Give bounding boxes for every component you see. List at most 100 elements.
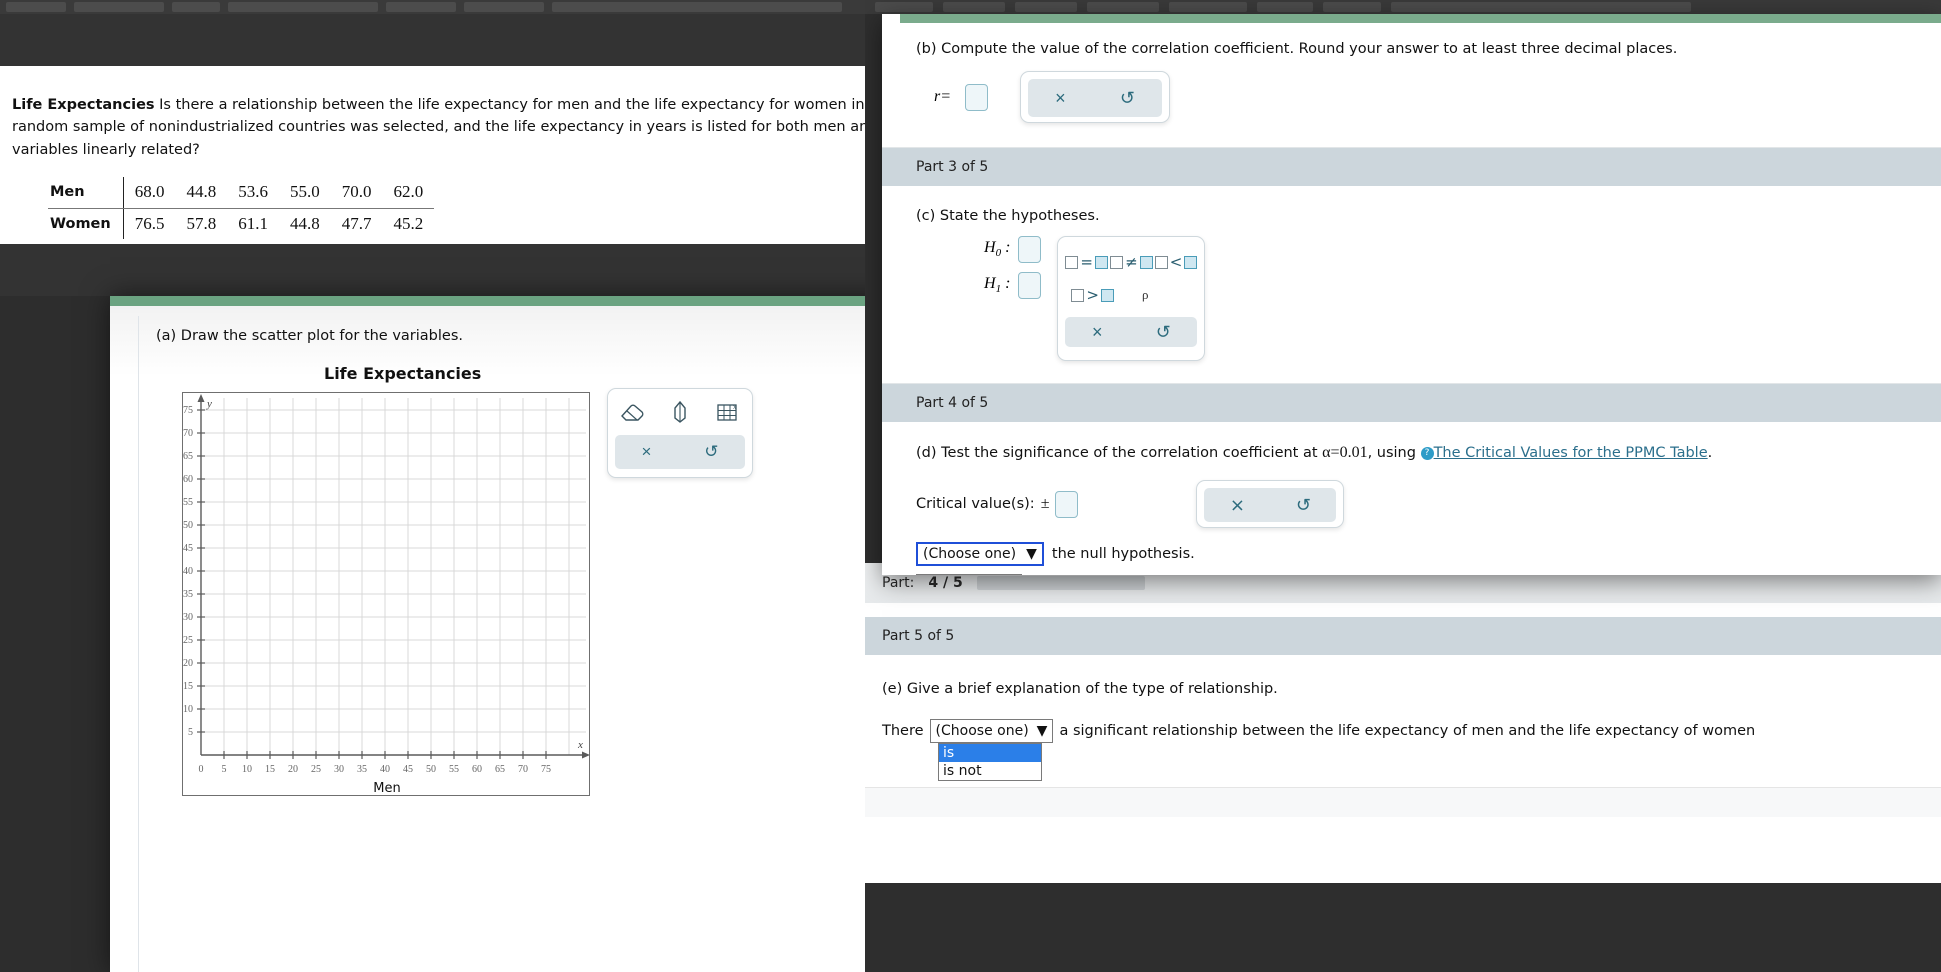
quiz-back-sheet: Part: 4 / 5 Part 5 of 5 (e) Give a brief… — [865, 563, 1941, 883]
cell-men-5: 62.0 — [382, 177, 435, 209]
part-d-action-row: × ↺ — [1204, 488, 1337, 522]
svg-text:65: 65 — [495, 764, 505, 775]
toolbar-chip[interactable] — [1257, 2, 1313, 12]
relationship-dropdown[interactable]: is is not — [938, 743, 1042, 781]
toolbar-chip[interactable] — [464, 2, 544, 12]
cell-men-2: 53.6 — [227, 177, 279, 209]
scatterplot-window: (a) Draw the scatter plot for the variab… — [110, 296, 975, 972]
pencil-icon[interactable] — [663, 397, 697, 427]
toolbar-chip[interactable] — [875, 2, 933, 12]
svg-text:40: 40 — [183, 566, 193, 577]
hypothesis-symbol-palette: = ≠ < > ρ × ↺ — [1057, 236, 1206, 361]
cell-women-1: 57.8 — [186, 213, 217, 233]
green-accent-bar — [900, 14, 1941, 23]
progress-value: 4 / 5 — [928, 575, 963, 591]
y-axis-symbol: y — [206, 398, 212, 410]
svg-text:40: 40 — [380, 764, 390, 775]
table-row: Women 76.5 57.8 61.1 44.8 47.7 45.2 — [48, 208, 434, 240]
quiz-front-sheet: (b) Compute the value of the correlation… — [882, 14, 1941, 575]
undo-icon[interactable]: ↺ — [704, 442, 718, 462]
toolbar-chip[interactable] — [172, 2, 220, 12]
textbook-toolbar — [0, 0, 975, 14]
problem-line-2: random sample of nonindustrialized count… — [12, 119, 903, 136]
scatter-plot-svg[interactable]: y x 757065 605550 454035 302520 15105 0 … — [159, 392, 590, 796]
undo-icon[interactable]: ↺ — [1296, 495, 1311, 516]
part-b-palette: × ↺ — [1020, 71, 1171, 123]
toolbar-chip[interactable] — [1015, 2, 1077, 12]
toolbar-chip[interactable] — [1087, 2, 1159, 12]
screen: Life Expectancies Is there a relationshi… — [0, 0, 1941, 972]
svg-text:50: 50 — [426, 764, 436, 775]
toolbar-chip[interactable] — [1169, 2, 1247, 12]
cell-women-5: 45.2 — [393, 213, 424, 233]
part-d-text-pre: (d) Test the significance of the correla… — [916, 445, 1323, 461]
symbol-rho[interactable]: ρ — [1142, 287, 1149, 303]
svg-text:x: x — [733, 403, 737, 411]
svg-text:45: 45 — [183, 543, 193, 554]
clear-icon[interactable]: × — [1230, 495, 1245, 516]
part-d-text-end: . — [1707, 445, 1713, 461]
svg-text:30: 30 — [183, 612, 193, 623]
svg-text:10: 10 — [242, 764, 252, 775]
clear-icon[interactable]: × — [1055, 88, 1066, 109]
undo-icon[interactable]: ↺ — [1156, 322, 1171, 343]
svg-text:5: 5 — [222, 764, 227, 775]
svg-text:55: 55 — [183, 497, 193, 508]
plus-minus-symbol: ± — [1040, 495, 1050, 512]
svg-text:70: 70 — [518, 764, 528, 775]
svg-text:15: 15 — [265, 764, 275, 775]
decision-select[interactable]: (Choose one) ▼ — [916, 542, 1044, 566]
chart-canvas[interactable]: y x 75 70 65 60 55 50 45 40 35 30 25 20 … — [159, 392, 590, 801]
h1-input[interactable] — [1018, 272, 1042, 299]
svg-text:75: 75 — [183, 405, 193, 416]
quiz-window: Part: 4 / 5 Part 5 of 5 (e) Give a brief… — [865, 0, 1941, 972]
help-icon[interactable]: ? — [1420, 446, 1434, 460]
toolbar-chip[interactable] — [386, 2, 456, 12]
table-row: Men 68.0 44.8 53.6 55.0 70.0 62.0 — [48, 177, 435, 209]
h0-label: H0 : — [984, 239, 1011, 260]
svg-text:10: 10 — [183, 704, 193, 715]
clear-icon[interactable]: × — [641, 442, 651, 462]
symbol-equal[interactable]: = — [1065, 253, 1108, 271]
problem-line-3: variables linearly related? — [12, 141, 200, 158]
toolbar-chip[interactable] — [943, 2, 1005, 12]
critical-value-input[interactable] — [1055, 490, 1079, 518]
h0-input[interactable] — [1018, 236, 1042, 263]
decision-suffix: the null hypothesis. — [1051, 546, 1195, 562]
toolbar-chip[interactable] — [74, 2, 164, 12]
part-e-suffix: a significant relationship between the l… — [1059, 723, 1756, 739]
toolbar-chip[interactable] — [1391, 2, 1691, 12]
svg-text:35: 35 — [183, 589, 193, 600]
textbook-page: Life Expectancies Is there a relationshi… — [0, 66, 975, 293]
part-e-question: (e) Give a brief explanation of the type… — [882, 681, 1278, 697]
svg-text:65: 65 — [183, 451, 193, 462]
part-5-band: Part 5 of 5 — [865, 617, 1941, 655]
chevron-down-icon: ▼ — [1026, 546, 1037, 562]
ppmc-table-link[interactable]: The Critical Values for the PPMC Table — [1434, 445, 1708, 461]
symbol-not-equal[interactable]: ≠ — [1110, 253, 1153, 271]
undo-icon[interactable]: ↺ — [1120, 88, 1135, 109]
svg-text:70: 70 — [183, 428, 193, 439]
decision-dropdown[interactable]: Reject Do not reject — [916, 574, 1022, 575]
part-c-action-row: × ↺ — [1065, 317, 1198, 347]
toolbar-chip[interactable] — [6, 2, 66, 12]
clear-icon[interactable]: × — [1092, 322, 1103, 343]
symbol-less-than[interactable]: < — [1154, 253, 1198, 271]
decision-select-value: (Choose one) — [923, 546, 1017, 562]
dropdown-option-is[interactable]: is — [939, 744, 1041, 762]
problem-line-1: Is there a relationship between the life… — [159, 97, 896, 113]
r-answer-input[interactable] — [965, 83, 989, 111]
scatterplot-panel: (a) Draw the scatter plot for the variab… — [110, 306, 975, 972]
table-icon[interactable]: x — [711, 397, 745, 427]
toolbar-chip[interactable] — [552, 2, 842, 12]
eraser-icon[interactable] — [615, 397, 649, 427]
toolbar-chip[interactable] — [228, 2, 378, 12]
toolbar-chip[interactable] — [1323, 2, 1381, 12]
symbol-greater-than[interactable]: > — [1071, 286, 1114, 304]
svg-text:20: 20 — [183, 658, 193, 669]
relationship-select[interactable]: (Choose one) ▼ — [929, 719, 1054, 743]
dropdown-option-is-not[interactable]: is not — [939, 762, 1041, 780]
part-e-prefix: There — [882, 723, 924, 739]
drawing-tool-palette: x × ↺ — [607, 388, 753, 478]
svg-text:30: 30 — [334, 764, 344, 775]
